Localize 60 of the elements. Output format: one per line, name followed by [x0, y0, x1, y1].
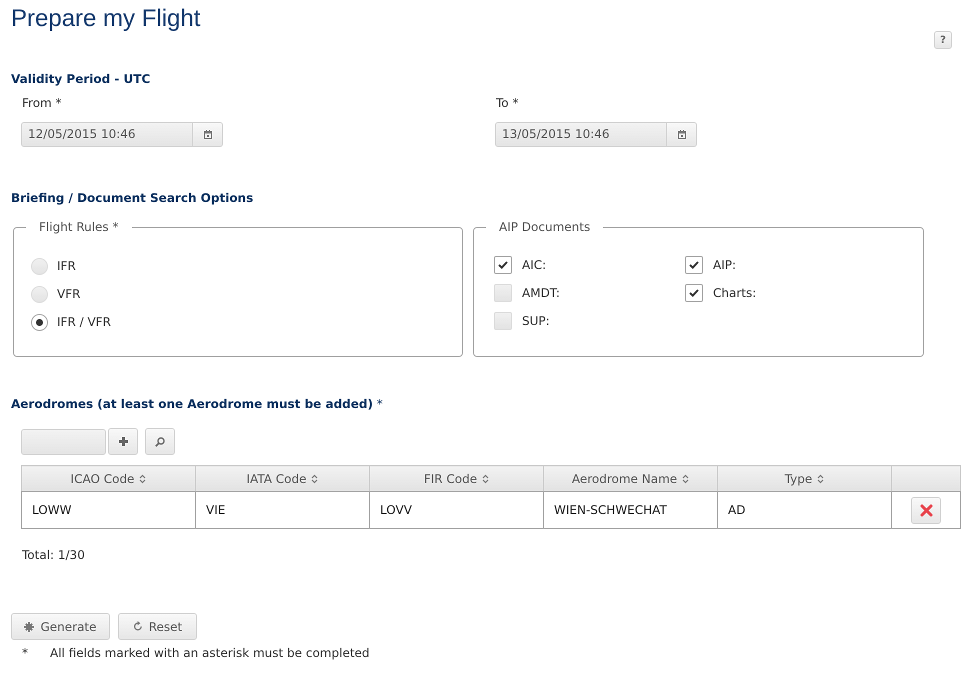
- option-label[interactable]: AIP:: [713, 258, 736, 272]
- aerodrome-input[interactable]: [21, 428, 106, 454]
- calendar-button[interactable]: [667, 122, 697, 147]
- table-cell: LOVV: [370, 492, 544, 528]
- gear-icon: [24, 622, 34, 632]
- sort-icon: [682, 474, 690, 484]
- panel-legend: Flight Rules *: [26, 219, 132, 235]
- option-label[interactable]: IFR: [57, 259, 76, 273]
- sort-icon: [139, 474, 146, 484]
- search-icon: [155, 436, 165, 446]
- section-heading: Aerodromes (at least one Aerodrome must be added)*: [11, 396, 384, 412]
- column-header[interactable]: Aerodrome Name: [544, 466, 718, 492]
- section-heading: Validity Period - UTC: [11, 71, 152, 87]
- delete-button[interactable]: [911, 496, 941, 524]
- sort-icon: [311, 474, 318, 484]
- footnote-text: All fields marked with an asterisk must be completed: [50, 645, 370, 661]
- option-label[interactable]: AIC:: [522, 258, 546, 272]
- plus-icon: [118, 437, 128, 446]
- cross-icon: [920, 504, 932, 516]
- total-count: Total: 1/30: [22, 547, 86, 563]
- column-header[interactable]: ICAO Code: [22, 466, 196, 492]
- generate-button[interactable]: Generate: [11, 613, 110, 640]
- checkbox[interactable]: [685, 256, 703, 274]
- checkmark-icon: [689, 261, 699, 269]
- search-button[interactable]: [145, 428, 175, 455]
- option-label[interactable]: IFR / VFR: [57, 315, 111, 329]
- footnote-mark: *: [22, 645, 29, 661]
- checkmark-icon: [689, 289, 699, 297]
- panel-legend: AIP Documents: [486, 219, 604, 235]
- table-cell: WIEN-SCHWECHAT: [544, 492, 718, 528]
- calendar-button[interactable]: [193, 122, 223, 147]
- help-button[interactable]: ?: [934, 31, 952, 49]
- option-label[interactable]: Charts:: [713, 286, 756, 300]
- date-field[interactable]: 12/05/2015 10:46: [21, 122, 193, 147]
- checkmark-icon: [498, 261, 508, 269]
- column-header: [892, 466, 960, 492]
- column-header[interactable]: IATA Code: [196, 466, 370, 492]
- option-label[interactable]: SUP:: [522, 314, 550, 328]
- column-header[interactable]: Type: [718, 466, 892, 492]
- radio-button[interactable]: [31, 314, 48, 330]
- checkbox[interactable]: [685, 284, 703, 302]
- column-header[interactable]: FIR Code: [370, 466, 544, 492]
- field-label: From *: [21, 95, 63, 111]
- sort-icon: [482, 474, 490, 484]
- table-cell: AD: [718, 492, 892, 528]
- option-label[interactable]: AMDT:: [522, 286, 560, 300]
- checkbox[interactable]: [494, 256, 512, 274]
- refresh-icon: [132, 621, 143, 632]
- option-label[interactable]: VFR: [57, 287, 80, 301]
- calendar-icon: [678, 130, 686, 139]
- page-title: Prepare my Flight: [11, 4, 200, 34]
- table-cell: VIE: [196, 492, 370, 528]
- section-heading: Briefing / Document Search Options: [11, 190, 254, 206]
- date-field[interactable]: 13/05/2015 10:46: [495, 122, 667, 147]
- add-button[interactable]: [108, 428, 138, 455]
- sort-icon: [817, 474, 824, 484]
- field-label: To *: [495, 95, 520, 111]
- calendar-icon: [204, 130, 212, 139]
- table-cell: LOWW: [22, 492, 196, 528]
- reset-button[interactable]: Reset: [118, 613, 197, 640]
